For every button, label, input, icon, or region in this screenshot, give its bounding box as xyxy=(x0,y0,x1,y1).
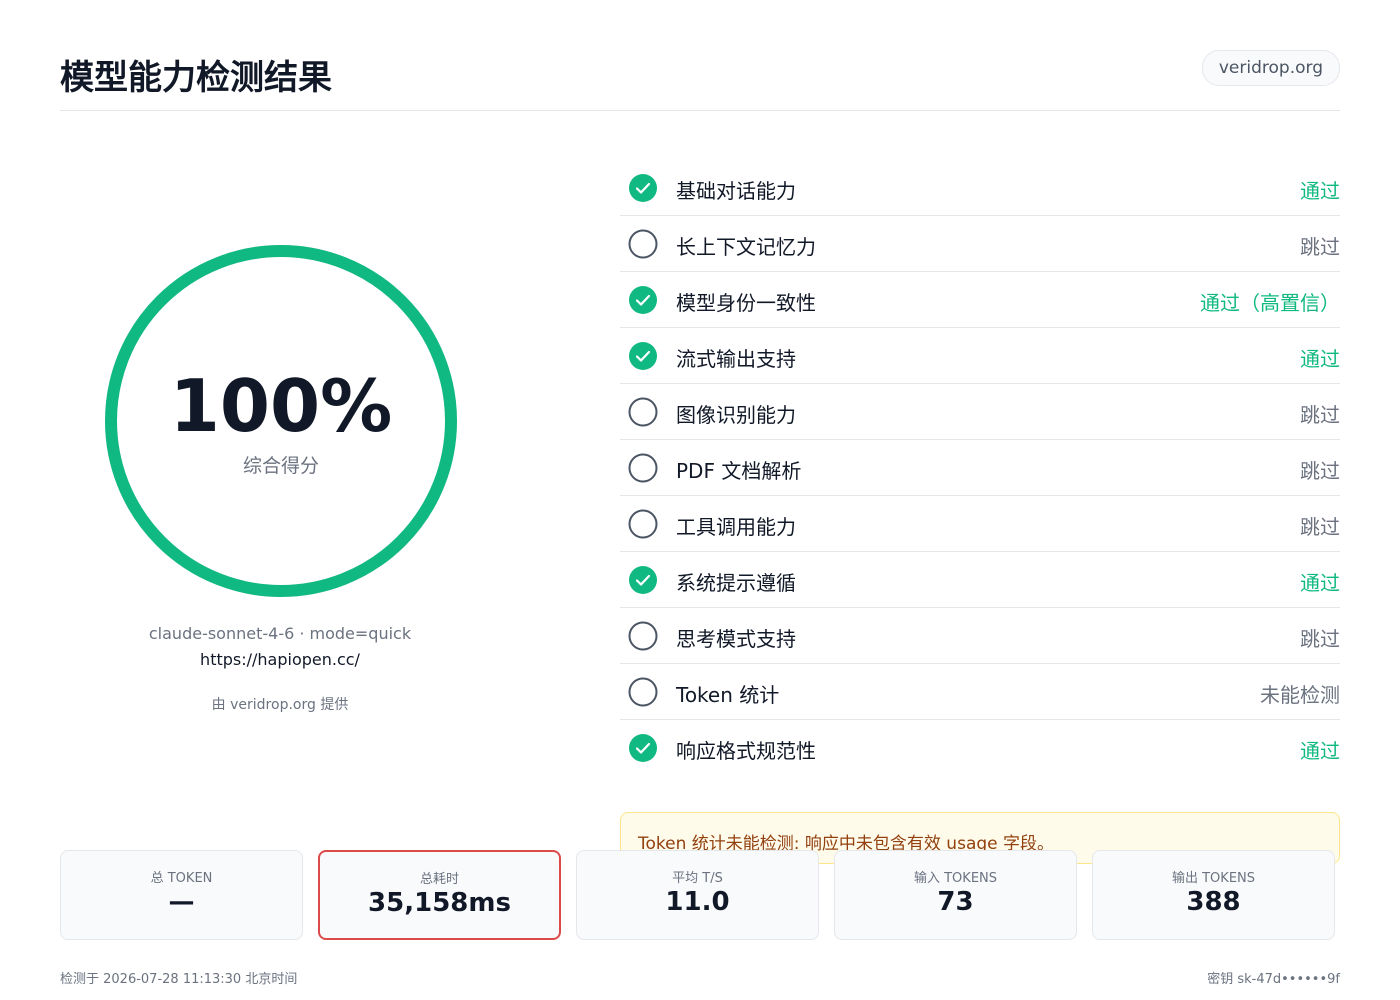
score-gauge: 100% 综合得分 xyxy=(105,245,457,597)
empty-circle-icon xyxy=(628,229,658,259)
check-status: 跳过 xyxy=(1300,459,1340,483)
empty-circle-icon xyxy=(628,509,658,539)
check-status: 通过 xyxy=(1300,739,1340,763)
stat-label: 总 TOKEN xyxy=(150,871,213,886)
check-name: 基础对话能力 xyxy=(676,179,796,203)
check-row: 图像识别能力 跳过 xyxy=(620,384,1340,440)
stat-value: 11.0 xyxy=(665,887,730,917)
header: 模型能力检测结果 veridrop.org xyxy=(60,40,1340,111)
check-circle-icon xyxy=(628,285,658,315)
stat-input-tokens: 输入 TOKENS 73 xyxy=(834,850,1077,940)
powered-by: 由 veridrop.org 提供 xyxy=(211,697,349,713)
stat-label: 总耗时 xyxy=(419,872,459,887)
stat-value: — xyxy=(168,887,195,917)
check-status: 跳过 xyxy=(1300,403,1340,427)
stat-value: 35,158ms xyxy=(368,888,511,918)
check-circle-icon xyxy=(628,341,658,371)
score-value: 100% xyxy=(169,364,393,448)
check-circle-icon xyxy=(628,733,658,763)
stat-output-tokens: 输出 TOKENS 388 xyxy=(1092,850,1335,940)
stat-value: 388 xyxy=(1186,887,1241,917)
check-name: 工具调用能力 xyxy=(676,515,796,539)
empty-circle-icon xyxy=(628,621,658,651)
stat-label: 输入 TOKENS xyxy=(913,871,998,886)
check-circle-icon xyxy=(628,173,658,203)
stat-label: 输出 TOKENS xyxy=(1171,871,1256,886)
check-row: 思考模式支持 跳过 xyxy=(620,608,1340,664)
check-status: 通过（高置信） xyxy=(1200,291,1340,315)
check-list: 基础对话能力 通过 长上下文记忆力 跳过 模型身份一致性 通过（高置信） 流式输出支持 通过图… xyxy=(620,160,1340,775)
check-status: 通过 xyxy=(1300,347,1340,371)
check-name: PDF 文档解析 xyxy=(676,459,802,483)
empty-circle-icon xyxy=(628,397,658,427)
check-name: 思考模式支持 xyxy=(676,627,796,651)
check-row: 工具调用能力 跳过 xyxy=(620,496,1340,552)
check-name: 模型身份一致性 xyxy=(676,291,816,315)
check-status: 通过 xyxy=(1300,571,1340,595)
stat-total-tokens: 总 TOKEN — xyxy=(60,850,303,940)
check-name: 流式输出支持 xyxy=(676,347,796,371)
check-status: 未能检测 xyxy=(1260,683,1340,707)
check-name: 图像识别能力 xyxy=(676,403,796,427)
check-status: 通过 xyxy=(1300,179,1340,203)
check-name: 长上下文记忆力 xyxy=(676,235,816,259)
footer-timestamp: 检测于 2026-07-28 11:13:30 北京时间 xyxy=(60,972,298,987)
domain-badge[interactable]: veridrop.org xyxy=(1201,50,1340,86)
check-circle-icon xyxy=(628,565,658,595)
page-title: 模型能力检测结果 xyxy=(60,58,332,98)
stat-total-time: 总耗时 35,158ms xyxy=(318,850,561,940)
empty-circle-icon xyxy=(628,453,658,483)
endpoint-url[interactable]: https://hapiopen.cc/ xyxy=(80,650,480,669)
check-name: 系统提示遵循 xyxy=(676,571,796,595)
empty-circle-icon xyxy=(628,677,658,707)
check-name: 响应格式规范性 xyxy=(676,739,816,763)
check-row: PDF 文档解析 跳过 xyxy=(620,440,1340,496)
check-row: 基础对话能力 通过 xyxy=(620,160,1340,216)
stat-label: 平均 T/S xyxy=(672,871,723,886)
check-row: 响应格式规范性 通过 xyxy=(620,720,1340,775)
check-name: Token 统计 xyxy=(676,683,780,707)
check-row: 系统提示遵循 通过 xyxy=(620,552,1340,608)
check-row: 长上下文记忆力 跳过 xyxy=(620,216,1340,272)
footer-key: 密钥 sk-47d••••••9f xyxy=(1207,972,1340,987)
score-label: 综合得分 xyxy=(242,455,319,477)
stat-avg-tps: 平均 T/S 11.0 xyxy=(576,850,819,940)
model-info: claude-sonnet-4-6 · mode=quick xyxy=(148,624,412,643)
check-status: 跳过 xyxy=(1300,515,1340,539)
check-row: 模型身份一致性 通过（高置信） xyxy=(620,272,1340,328)
stat-value: 73 xyxy=(937,887,974,917)
check-row: 流式输出支持 通过 xyxy=(620,328,1340,384)
check-status: 跳过 xyxy=(1300,627,1340,651)
check-row: Token 统计 未能检测 xyxy=(620,664,1340,720)
check-status: 跳过 xyxy=(1300,235,1340,259)
